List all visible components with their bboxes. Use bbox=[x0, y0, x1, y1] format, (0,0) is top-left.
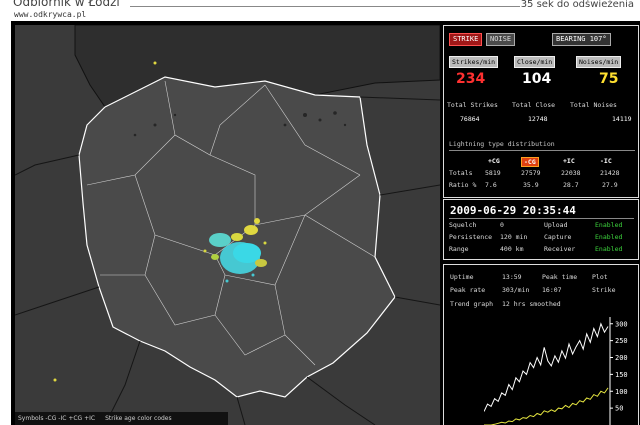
capture-label: Capture bbox=[544, 233, 572, 241]
header-url: www.odkrywca.pl bbox=[14, 10, 87, 19]
close-per-min-value: 104 bbox=[522, 71, 552, 87]
noises-per-min-value: 75 bbox=[599, 71, 619, 87]
header-title: Odbiornik w Łodzi bbox=[13, 0, 120, 9]
total-close-value: 12748 bbox=[528, 115, 548, 123]
trend-y-tick-label: 200 bbox=[615, 354, 628, 362]
strike-button[interactable]: STRIKE bbox=[449, 33, 483, 46]
trend-series-line-0 bbox=[484, 322, 609, 412]
dist-ratio-neg-ic: 27.9 bbox=[602, 181, 618, 189]
trend-y-tick-label: 300 bbox=[615, 320, 628, 328]
dist-totals-pos-cg: 5819 bbox=[485, 169, 501, 177]
total-close-label: Total Close bbox=[512, 101, 556, 109]
plot-label: Plot bbox=[592, 273, 608, 281]
plot-value: Strike bbox=[592, 286, 616, 294]
persistence-label: Persistence bbox=[449, 233, 493, 241]
uptime-value: 13:59 bbox=[502, 273, 522, 281]
uptime-label: Uptime bbox=[450, 273, 474, 281]
dist-totals-neg-cg: 27579 bbox=[521, 169, 541, 177]
dist-ratio-pos-cg: 7.6 bbox=[485, 181, 497, 189]
map-graphic bbox=[15, 25, 440, 425]
legend-age-codes: Strike age color codes bbox=[105, 415, 172, 422]
status-datetime: 2009-06-29 20:35:44 bbox=[450, 204, 576, 217]
capture-status: Enabled bbox=[595, 233, 623, 241]
trend-y-tick-label: 250 bbox=[615, 337, 628, 345]
range-label: Range bbox=[449, 245, 469, 253]
dist-ratio-label: Ratio % bbox=[449, 181, 477, 189]
trend-y-tick-label: 150 bbox=[615, 371, 628, 379]
status-divider bbox=[449, 218, 634, 219]
peak-rate-label: Peak rate bbox=[450, 286, 486, 294]
bearing-button[interactable]: BEARING 107° bbox=[552, 33, 611, 46]
status-panel: 2009-06-29 20:35:44 Squelch 0 Upload Ena… bbox=[443, 199, 639, 260]
peak-rate-value: 303/min bbox=[502, 286, 530, 294]
trend-graph-value: 12 hrs smoothed bbox=[502, 300, 561, 308]
dist-header-pos-ic[interactable]: +IC bbox=[563, 157, 575, 165]
header-divider bbox=[130, 6, 520, 7]
map-legend: Symbols -CG -IC +CG +IC Strike age color … bbox=[15, 412, 228, 425]
squelch-value: 0 bbox=[500, 221, 504, 229]
trend-panel: Uptime 13:59 Peak time Plot Peak rate 30… bbox=[443, 264, 639, 425]
squelch-label: Squelch bbox=[449, 221, 477, 229]
total-noises-value: 14119 bbox=[612, 115, 632, 123]
dist-totals-label: Totals bbox=[449, 169, 473, 177]
rates-panel: STRIKE NOISE BEARING 107° Strikes/min Cl… bbox=[443, 25, 639, 198]
legend-symbols: Symbols -CG -IC +CG +IC bbox=[18, 415, 96, 422]
strikes-per-min-value: 234 bbox=[456, 71, 486, 87]
distribution-divider bbox=[449, 150, 635, 151]
noises-per-min-label: Noises/min bbox=[576, 56, 622, 68]
dist-header-neg-ic[interactable]: -IC bbox=[600, 157, 612, 165]
peak-time-label: Peak time bbox=[542, 273, 578, 281]
dist-ratio-pos-ic: 28.7 bbox=[563, 181, 579, 189]
noise-button[interactable]: NOISE bbox=[486, 33, 516, 46]
upload-status: Enabled bbox=[595, 221, 623, 229]
trend-y-tick-label: 50 bbox=[615, 405, 623, 413]
total-strikes-label: Total Strikes bbox=[447, 101, 498, 109]
dist-totals-neg-ic: 21428 bbox=[600, 169, 620, 177]
dist-ratio-neg-cg: 35.9 bbox=[523, 181, 539, 189]
trend-graph: 300 250 200 150 100 50 bbox=[484, 317, 628, 425]
dist-header-neg-cg[interactable]: -CG bbox=[521, 157, 539, 167]
dist-totals-pos-ic: 22038 bbox=[561, 169, 581, 177]
dist-header-pos-cg[interactable]: +CG bbox=[488, 157, 500, 165]
trend-graph-label: Trend graph bbox=[450, 300, 494, 308]
total-noises-label: Total Noises bbox=[570, 101, 617, 109]
receiver-status: Enabled bbox=[595, 245, 623, 253]
close-per-min-label: Close/min bbox=[514, 56, 556, 68]
lightning-map[interactable]: Symbols -CG -IC +CG +IC Strike age color … bbox=[15, 25, 440, 425]
total-strikes-value: 76864 bbox=[460, 115, 480, 123]
receiver-label: Receiver bbox=[544, 245, 576, 253]
refresh-countdown: 35 sek do odświeżenia bbox=[520, 0, 634, 10]
trend-y-tick-label: 100 bbox=[615, 388, 628, 396]
strikes-per-min-label: Strikes/min bbox=[449, 56, 499, 68]
lightning-monitor: Symbols -CG -IC +CG +IC Strike age color … bbox=[11, 21, 640, 425]
upload-label: Upload bbox=[544, 221, 568, 229]
persistence-value: 120 min bbox=[500, 233, 528, 241]
peak-time-value: 16:07 bbox=[542, 286, 562, 294]
distribution-title: Lightning type distribution bbox=[449, 140, 555, 148]
range-value: 400 km bbox=[500, 245, 524, 253]
